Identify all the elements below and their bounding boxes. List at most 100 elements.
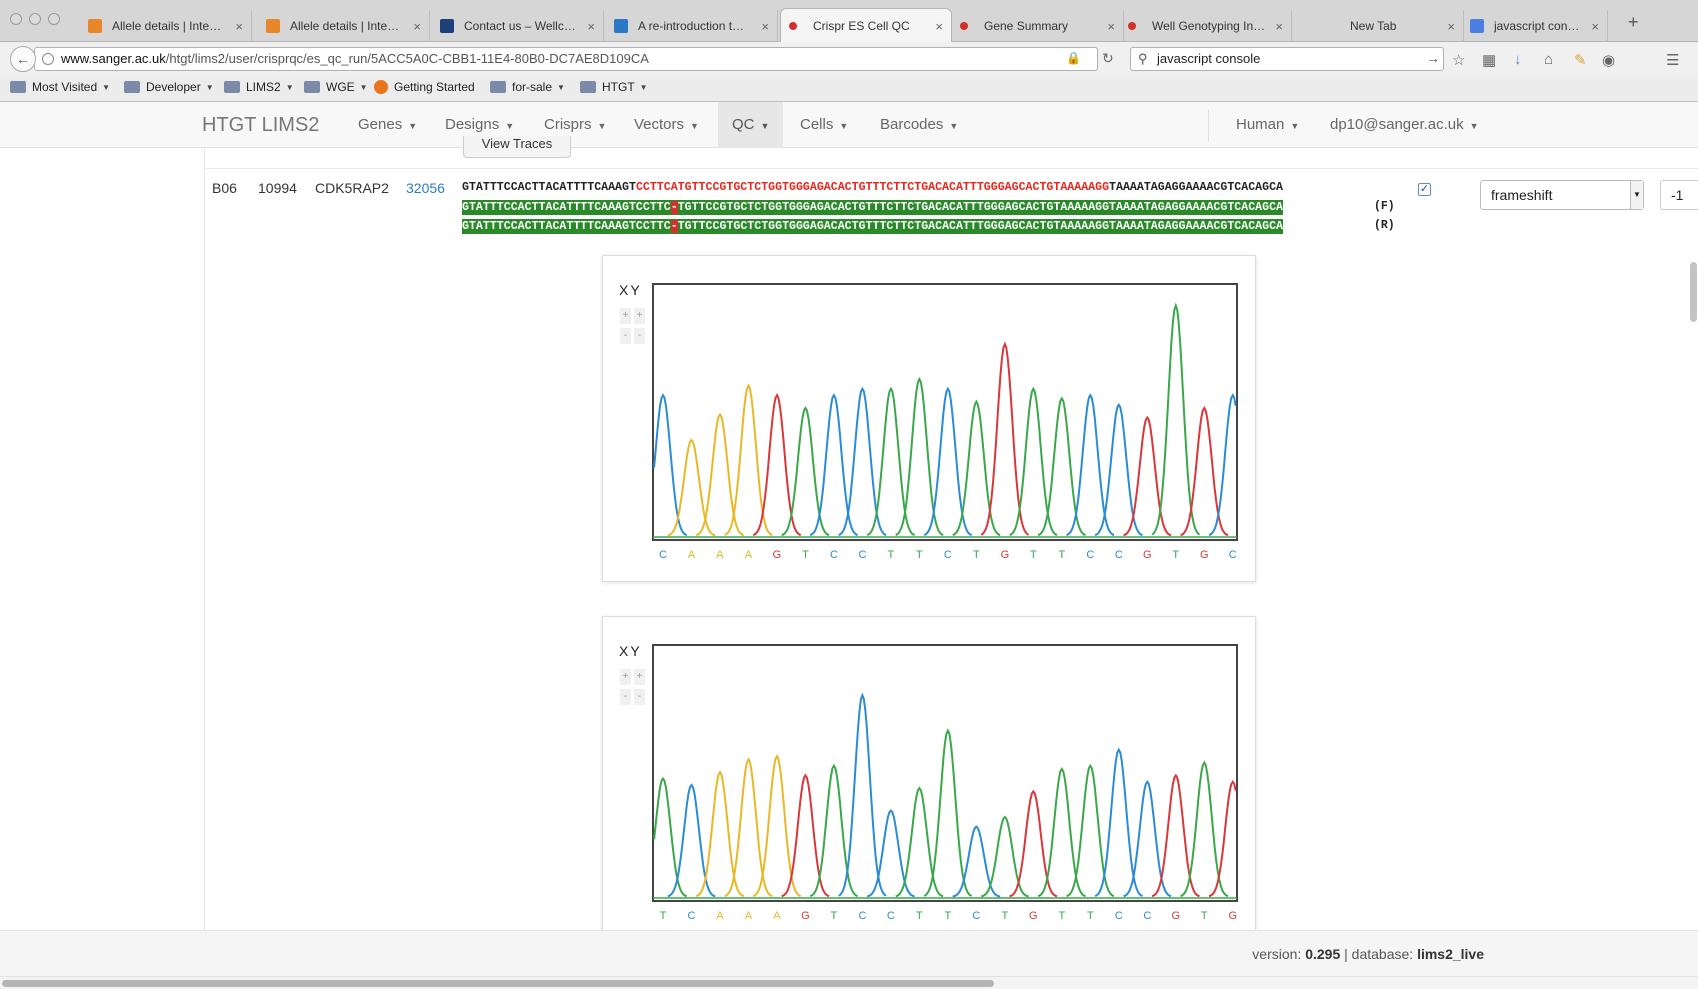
browser-tab-label: Crispr ES Cell QC [813,19,910,33]
base-call: G [773,549,782,561]
browser-tab[interactable]: Well Genotyping In… × [1120,10,1292,42]
bookmark-label: HTGT [602,80,635,94]
scrollbar-thumb[interactable] [2,980,994,987]
browser-tab[interactable]: Contact us – Wellc… × [432,10,604,42]
reverse-read-alignment: GTATTTCCACTTACATTTTCAAAGTCCTTC-TGTTCCGTG… [462,219,1283,234]
browser-tab[interactable]: javascript console … × [1462,10,1608,42]
close-tab-icon[interactable]: × [587,19,595,34]
browser-tab[interactable]: Allele details | Inte… × [80,10,252,42]
close-tab-icon[interactable]: × [761,19,769,34]
bookmark-item[interactable]: WGE ▼ [304,80,368,94]
folder-icon [580,81,596,93]
bookmark-label: Getting Started [394,80,475,94]
plot-frame [652,283,1238,541]
base-call: A [688,549,696,561]
base-call: C [858,549,866,561]
lock-icon[interactable]: 🔒 [1066,51,1081,65]
nav-qc-menu[interactable]: QC ▼ [718,102,784,148]
reading-list-icon[interactable]: ▦ [1482,51,1496,69]
zoom-window-button[interactable] [48,13,60,25]
brand-logo[interactable]: HTGT LIMS2 [202,114,319,137]
extension-icon[interactable]: ✎ [1574,51,1587,69]
base-call: G [1200,549,1209,561]
base-call: T [888,549,895,561]
minimize-window-button[interactable] [29,13,41,25]
browser-tab[interactable]: A re-introduction t… × [606,10,778,42]
base-call: T [945,910,952,922]
folder-icon [304,81,320,93]
base-call: C [1086,549,1094,561]
forward-read-alignment: GTATTTCCACTTACATTTTCAAAGTCCTTC-TGTTCCGTG… [462,200,1283,215]
close-tab-icon[interactable]: × [1275,19,1283,34]
bookmark-label: Most Visited [32,80,98,94]
bookmark-item[interactable]: Most Visited ▼ [10,80,110,94]
close-tab-icon[interactable]: × [413,19,421,34]
nav-barcodes-menu[interactable]: Barcodes ▼ [866,102,972,148]
accept-checkbox[interactable]: ✓ [1418,183,1431,196]
horizontal-scrollbar[interactable] [0,976,1698,989]
base-call: T [916,549,923,561]
search-input[interactable]: javascript console [1130,47,1444,71]
browser-tab[interactable]: Crispr ES Cell QC × [780,8,952,43]
base-call: G [1143,549,1152,561]
base-call: C [659,549,667,561]
reference-sequence: GTATTTCCACTTACATTTTCAAAGTCCTTCATGTTCCGTG… [462,181,1283,194]
chevron-down-icon: ▼ [285,82,294,92]
blue-box-icon [614,19,628,33]
close-tab-icon[interactable]: × [1591,19,1599,34]
nav-cells-menu[interactable]: Cells ▼ [786,102,862,148]
search-go-arrow-icon[interactable]: → [1426,50,1440,66]
base-call: A [773,910,781,922]
bookmark-label: Developer [146,80,201,94]
gene-link[interactable]: 32056 [406,180,445,196]
base-call: T [831,910,838,922]
menu-icon[interactable]: ☰ [1666,51,1679,69]
download-icon[interactable]: ↓ [1514,51,1522,68]
browser-tab[interactable]: Allele details | Inte… × [258,10,430,42]
browser-tab[interactable]: Gene Summary × [952,10,1124,42]
view-traces-button[interactable]: View Traces [463,136,571,158]
bookmark-item[interactable]: for-sale ▼ [490,80,565,94]
base-call: C [1115,549,1123,561]
home-icon[interactable]: ⌂ [1544,51,1553,68]
chat-icon[interactable]: ◉ [1602,51,1615,69]
star-icon[interactable]: ☆ [1452,51,1465,69]
base-call: C [858,910,866,922]
back-arrow-icon[interactable]: ← [10,46,36,72]
vertical-scrollbar-thumb[interactable] [1690,262,1697,322]
close-tab-icon[interactable]: × [1447,19,1455,34]
base-call: G [1171,910,1180,922]
close-tab-icon[interactable]: × [1107,19,1115,34]
globe-icon [42,53,54,65]
new-tab-plus-icon[interactable]: + [1628,12,1639,33]
browser-tab[interactable]: New Tab × [1292,10,1464,42]
base-call: G [1228,910,1237,922]
chromatogram[interactable]: CAAAGTCCTTCTGTTCCGTGC [603,256,1257,583]
nav-genes-menu[interactable]: Genes ▼ [344,102,431,148]
chevron-down-icon: ▼ [597,121,607,131]
base-call: C [1229,549,1237,561]
close-tab-icon[interactable]: × [235,19,243,34]
bookmark-item[interactable]: Getting Started [374,80,475,94]
chevron-down-icon: ▼ [557,82,565,92]
reverse-read-label: (R) [1374,219,1395,232]
bookmark-item[interactable]: Developer ▼ [124,80,214,94]
reload-icon[interactable]: ↻ [1102,50,1114,67]
damage-type-select[interactable]: frameshift ▼ [1480,180,1644,210]
bookmark-item[interactable]: HTGT ▼ [580,80,648,94]
close-window-button[interactable] [10,13,22,25]
close-tab-icon[interactable]: × [935,19,943,34]
user-menu[interactable]: dp10@sanger.ac.uk ▼ [1316,102,1493,148]
well-name-cell: B06 [212,180,237,196]
chromatogram[interactable]: TCAAAGTCCTTCTGTTCCGTG [603,617,1257,937]
url-field[interactable]: www.sanger.ac.uk/htgt/lims2/user/crisprq… [34,47,1098,71]
base-call: G [1029,910,1038,922]
species-dropdown[interactable]: Human ▼ [1222,102,1313,148]
nav-vectors-menu[interactable]: Vectors ▼ [620,102,713,148]
base-call: G [1001,549,1010,561]
frame-field[interactable]: -1 [1660,180,1698,210]
footer: version: 0.295 | database: lims2_live [0,930,1698,976]
bookmark-item[interactable]: LIMS2 ▼ [224,80,294,94]
crispr-site: CCTTCATGTTCCGTGCTCTGGTGGGAGACACTGTTTCTTC… [635,181,1110,194]
row-divider [204,168,1698,169]
